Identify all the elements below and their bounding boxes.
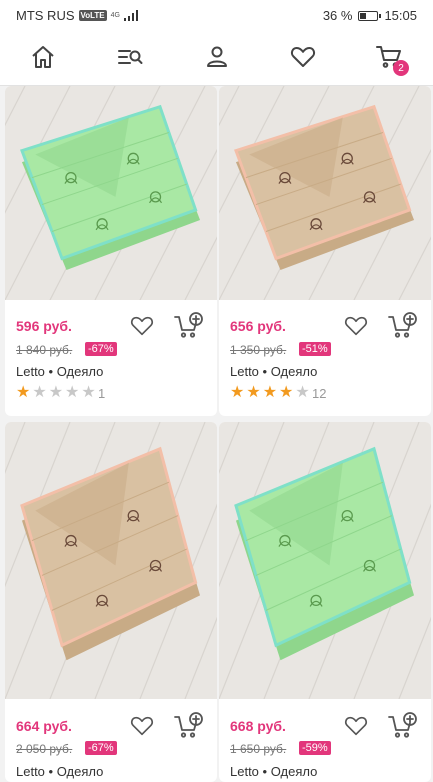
star-empty-icon: ★ xyxy=(48,384,64,401)
star-empty-icon: ★ xyxy=(32,384,47,401)
star-filled-icon: ★ xyxy=(246,384,261,401)
add-to-cart-button[interactable] xyxy=(174,311,204,341)
add-to-cart-button[interactable] xyxy=(388,311,418,341)
catalog-search-button[interactable] xyxy=(115,42,145,72)
catalog-search-icon xyxy=(118,50,143,64)
product-brand: Letto xyxy=(230,764,259,779)
add-to-cart-button[interactable] xyxy=(388,711,418,741)
separator-dot: • xyxy=(48,764,54,779)
add-to-cart-icon xyxy=(174,312,203,338)
product-old-price: 1 650 руб. xyxy=(230,742,287,756)
product-old-price: 2 050 руб. xyxy=(16,742,73,756)
clock: 15:05 xyxy=(384,8,417,23)
review-count: 12 xyxy=(312,386,327,401)
discount-badge: -67% xyxy=(85,741,117,755)
product-card[interactable]: 596 руб. 1 840 руб. -67% Letto • Одеяло … xyxy=(5,86,217,416)
discount-badge: -51% xyxy=(299,342,331,356)
cart-button[interactable]: 2 xyxy=(374,42,409,76)
separator-dot: • xyxy=(262,764,268,779)
product-price: 596 руб. xyxy=(16,318,72,334)
signal-icon xyxy=(124,10,138,21)
discount-badge: -67% xyxy=(85,342,117,356)
add-to-favorites-button[interactable] xyxy=(341,311,371,341)
product-card[interactable]: 656 руб. 1 350 руб. -51% Letto • Одеяло … xyxy=(219,86,431,416)
add-to-cart-icon xyxy=(388,712,417,738)
product-card[interactable]: 664 руб. 2 050 руб. -67% Letto • Одеяло xyxy=(5,422,217,782)
add-to-cart-button[interactable] xyxy=(174,711,204,741)
discount-badge: -59% xyxy=(299,741,331,755)
favorites-icon xyxy=(290,47,316,67)
status-right: 36 % 15:05 xyxy=(323,8,417,23)
product-type: Одеяло xyxy=(56,764,104,779)
home-icon xyxy=(32,46,54,68)
network-type: 4G xyxy=(110,12,120,19)
home-button[interactable] xyxy=(28,42,58,72)
product-brand: Letto xyxy=(16,364,45,379)
star-filled-icon: ★ xyxy=(16,384,31,401)
star-empty-icon: ★ xyxy=(295,384,310,401)
favorites-button[interactable] xyxy=(288,42,318,72)
heart-icon xyxy=(344,316,368,336)
product-image[interactable] xyxy=(5,422,217,699)
app-nav-bar: 2 xyxy=(0,30,433,86)
product-image[interactable] xyxy=(219,422,431,699)
heart-icon xyxy=(344,716,368,736)
profile-icon xyxy=(207,46,227,67)
star-empty-icon: ★ xyxy=(65,384,80,401)
product-card[interactable]: 668 руб. 1 650 руб. -59% Letto • Одеяло xyxy=(219,422,431,782)
separator-dot: • xyxy=(262,364,268,379)
product-type: Одеяло xyxy=(270,764,318,779)
product-image[interactable] xyxy=(5,86,217,300)
star-filled-icon: ★ xyxy=(279,384,294,401)
cart-count-badge: 2 xyxy=(393,60,409,76)
star-filled-icon: ★ xyxy=(262,384,278,401)
heart-icon xyxy=(130,316,154,336)
product-old-price: 1 840 руб. xyxy=(16,343,73,357)
product-brand-line: Letto • Одеяло xyxy=(16,764,103,779)
product-brand-line: Letto • Одеяло xyxy=(16,364,103,379)
star-filled-icon: ★ xyxy=(230,384,245,401)
rating-stars: ★ ★ ★ ★ ★ xyxy=(16,385,96,401)
battery-percent: 36 % xyxy=(322,8,353,23)
add-to-favorites-button[interactable] xyxy=(341,711,371,741)
product-type: Одеяло xyxy=(56,364,104,379)
add-to-favorites-button[interactable] xyxy=(127,311,157,341)
add-to-cart-icon xyxy=(174,712,203,738)
heart-icon xyxy=(130,716,154,736)
battery-icon xyxy=(358,10,382,21)
product-brand-line: Letto • Одеяло xyxy=(230,764,317,779)
profile-button[interactable] xyxy=(202,42,232,72)
separator-dot: • xyxy=(48,364,54,379)
add-to-favorites-button[interactable] xyxy=(127,711,157,741)
product-brand: Letto xyxy=(230,364,259,379)
add-to-cart-icon xyxy=(388,312,417,338)
product-price: 656 руб. xyxy=(230,318,286,334)
status-left: MTS RUS VoLTE 4G xyxy=(16,8,138,23)
review-count: 1 xyxy=(98,386,106,401)
product-price: 668 руб. xyxy=(230,718,286,734)
star-empty-icon: ★ xyxy=(81,384,96,401)
rating-stars: ★ ★ ★ ★ ★ xyxy=(230,385,310,401)
product-type: Одеяло xyxy=(270,364,318,379)
product-old-price: 1 350 руб. xyxy=(230,343,287,357)
volte-badge: VoLTE xyxy=(78,10,107,21)
status-bar: MTS RUS VoLTE 4G 36 % 15:05 xyxy=(0,0,433,30)
product-brand: Letto xyxy=(16,764,45,779)
product-brand-line: Letto • Одеяло xyxy=(230,364,317,379)
product-image[interactable] xyxy=(219,86,431,300)
carrier-label: MTS RUS xyxy=(16,8,75,23)
product-price: 664 руб. xyxy=(16,718,72,734)
